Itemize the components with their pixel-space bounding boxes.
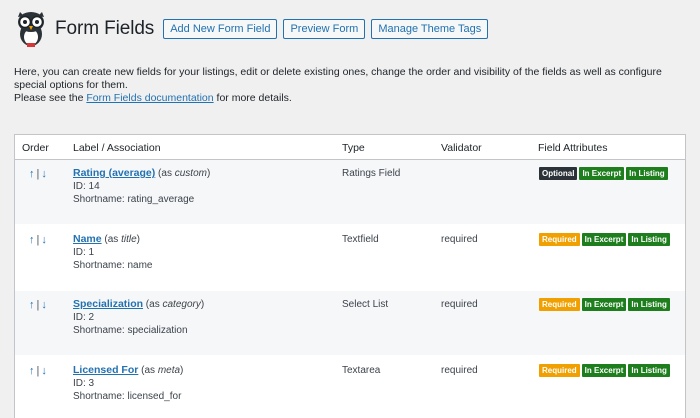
field-attributes: Required In Excerpt In Listing bbox=[539, 298, 672, 311]
table-row: ↑ | ↓ Rating (average) (as custom) ID: 14 … bbox=[15, 160, 685, 224]
field-type: Textarea bbox=[342, 365, 381, 376]
intro-text: Here, you can create new fields for your… bbox=[14, 66, 689, 105]
field-validator: required bbox=[441, 365, 478, 376]
move-down-icon[interactable]: ↓ bbox=[41, 365, 47, 377]
field-type: Ratings Field bbox=[342, 168, 401, 179]
header-validator: Validator bbox=[441, 142, 482, 154]
move-down-icon[interactable]: ↓ bbox=[41, 168, 47, 180]
field-type: Select List bbox=[342, 299, 389, 310]
order-controls: ↑ | ↓ bbox=[29, 168, 47, 180]
form-fields-table: Order Label / Association Type Validator… bbox=[14, 134, 686, 418]
status-badge-required: Required bbox=[539, 364, 580, 377]
order-controls: ↑ | ↓ bbox=[29, 234, 47, 246]
field-label-block: Name (as title) ID: 1 Shortname: name bbox=[73, 233, 153, 271]
manage-theme-tags-button[interactable]: Manage Theme Tags bbox=[371, 19, 489, 39]
owl-logo-icon bbox=[18, 12, 44, 47]
field-attributes: Required In Excerpt In Listing bbox=[539, 364, 672, 377]
move-up-icon[interactable]: ↑ bbox=[29, 299, 35, 311]
field-label-block: Specialization (as category) ID: 2 Short… bbox=[73, 298, 205, 336]
status-badge-in-excerpt: In Excerpt bbox=[579, 167, 625, 180]
header-order: Order bbox=[22, 142, 49, 154]
status-badge-in-excerpt: In Excerpt bbox=[581, 233, 627, 246]
preview-form-button[interactable]: Preview Form bbox=[283, 19, 366, 39]
table-row: ↑ | ↓ Name (as title) ID: 1 Shortname: nam… bbox=[15, 226, 685, 290]
table-header: Order Label / Association Type Validator… bbox=[15, 135, 685, 160]
intro-line-1: Here, you can create new fields for your… bbox=[14, 66, 662, 91]
field-shortname: Shortname: rating_average bbox=[73, 194, 195, 205]
field-association: custom bbox=[174, 168, 207, 179]
field-association: category bbox=[162, 299, 201, 310]
order-controls: ↑ | ↓ bbox=[29, 299, 47, 311]
move-down-icon[interactable]: ↓ bbox=[41, 234, 47, 246]
status-badge-in-listing: In Listing bbox=[628, 364, 670, 377]
field-label-block: Licensed For (as meta) ID: 3 Shortname: … bbox=[73, 364, 184, 402]
order-controls: ↑ | ↓ bbox=[29, 365, 47, 377]
field-id: ID: 1 bbox=[73, 247, 95, 258]
field-validator: required bbox=[441, 299, 478, 310]
field-shortname: Shortname: specialization bbox=[73, 325, 188, 336]
status-badge-in-listing: In Listing bbox=[628, 298, 670, 311]
header-type: Type bbox=[342, 142, 365, 154]
field-id: ID: 14 bbox=[73, 181, 100, 192]
header-label: Label / Association bbox=[73, 142, 161, 154]
status-badge-optional: Optional bbox=[539, 167, 578, 180]
status-badge-required: Required bbox=[539, 233, 580, 246]
table-row: ↑ | ↓ Licensed For (as meta) ID: 3 Shortna… bbox=[15, 357, 685, 418]
page-header: Form Fields Add New Form Field Preview F… bbox=[14, 10, 494, 48]
move-up-icon[interactable]: ↑ bbox=[29, 234, 35, 246]
status-badge-in-excerpt: In Excerpt bbox=[581, 364, 627, 377]
form-fields-documentation-link[interactable]: Form Fields documentation bbox=[86, 92, 213, 104]
field-name-link[interactable]: Name bbox=[73, 233, 102, 245]
field-name-link[interactable]: Specialization bbox=[73, 298, 143, 310]
status-badge-required: Required bbox=[539, 298, 580, 311]
field-id: ID: 3 bbox=[73, 378, 95, 389]
table-row: ↑ | ↓ Specialization (as category) ID: 2 S… bbox=[15, 291, 685, 355]
field-id: ID: 2 bbox=[73, 312, 95, 323]
field-shortname: Shortname: licensed_for bbox=[73, 391, 182, 402]
move-down-icon[interactable]: ↓ bbox=[41, 299, 47, 311]
field-name-link[interactable]: Licensed For bbox=[73, 364, 138, 376]
field-validator: required bbox=[441, 234, 478, 245]
field-shortname: Shortname: name bbox=[73, 260, 153, 271]
field-association: meta bbox=[157, 365, 181, 376]
add-new-form-field-button[interactable]: Add New Form Field bbox=[163, 19, 278, 39]
field-name-link[interactable]: Rating (average) bbox=[73, 167, 155, 179]
field-attributes: Optional In Excerpt In Listing bbox=[539, 167, 670, 180]
intro-line-2: Please see the Form Fields documentation… bbox=[14, 92, 292, 104]
header-field-attributes: Field Attributes bbox=[538, 142, 608, 154]
field-association: title bbox=[121, 234, 137, 245]
move-up-icon[interactable]: ↑ bbox=[29, 168, 35, 180]
move-up-icon[interactable]: ↑ bbox=[29, 365, 35, 377]
field-attributes: Required In Excerpt In Listing bbox=[539, 233, 672, 246]
status-badge-in-listing: In Listing bbox=[628, 233, 670, 246]
page-title: Form Fields bbox=[55, 18, 155, 39]
status-badge-in-listing: In Listing bbox=[626, 167, 668, 180]
field-label-block: Rating (average) (as custom) ID: 14 Shor… bbox=[73, 167, 211, 205]
field-type: Textfield bbox=[342, 234, 379, 245]
status-badge-in-excerpt: In Excerpt bbox=[581, 298, 627, 311]
